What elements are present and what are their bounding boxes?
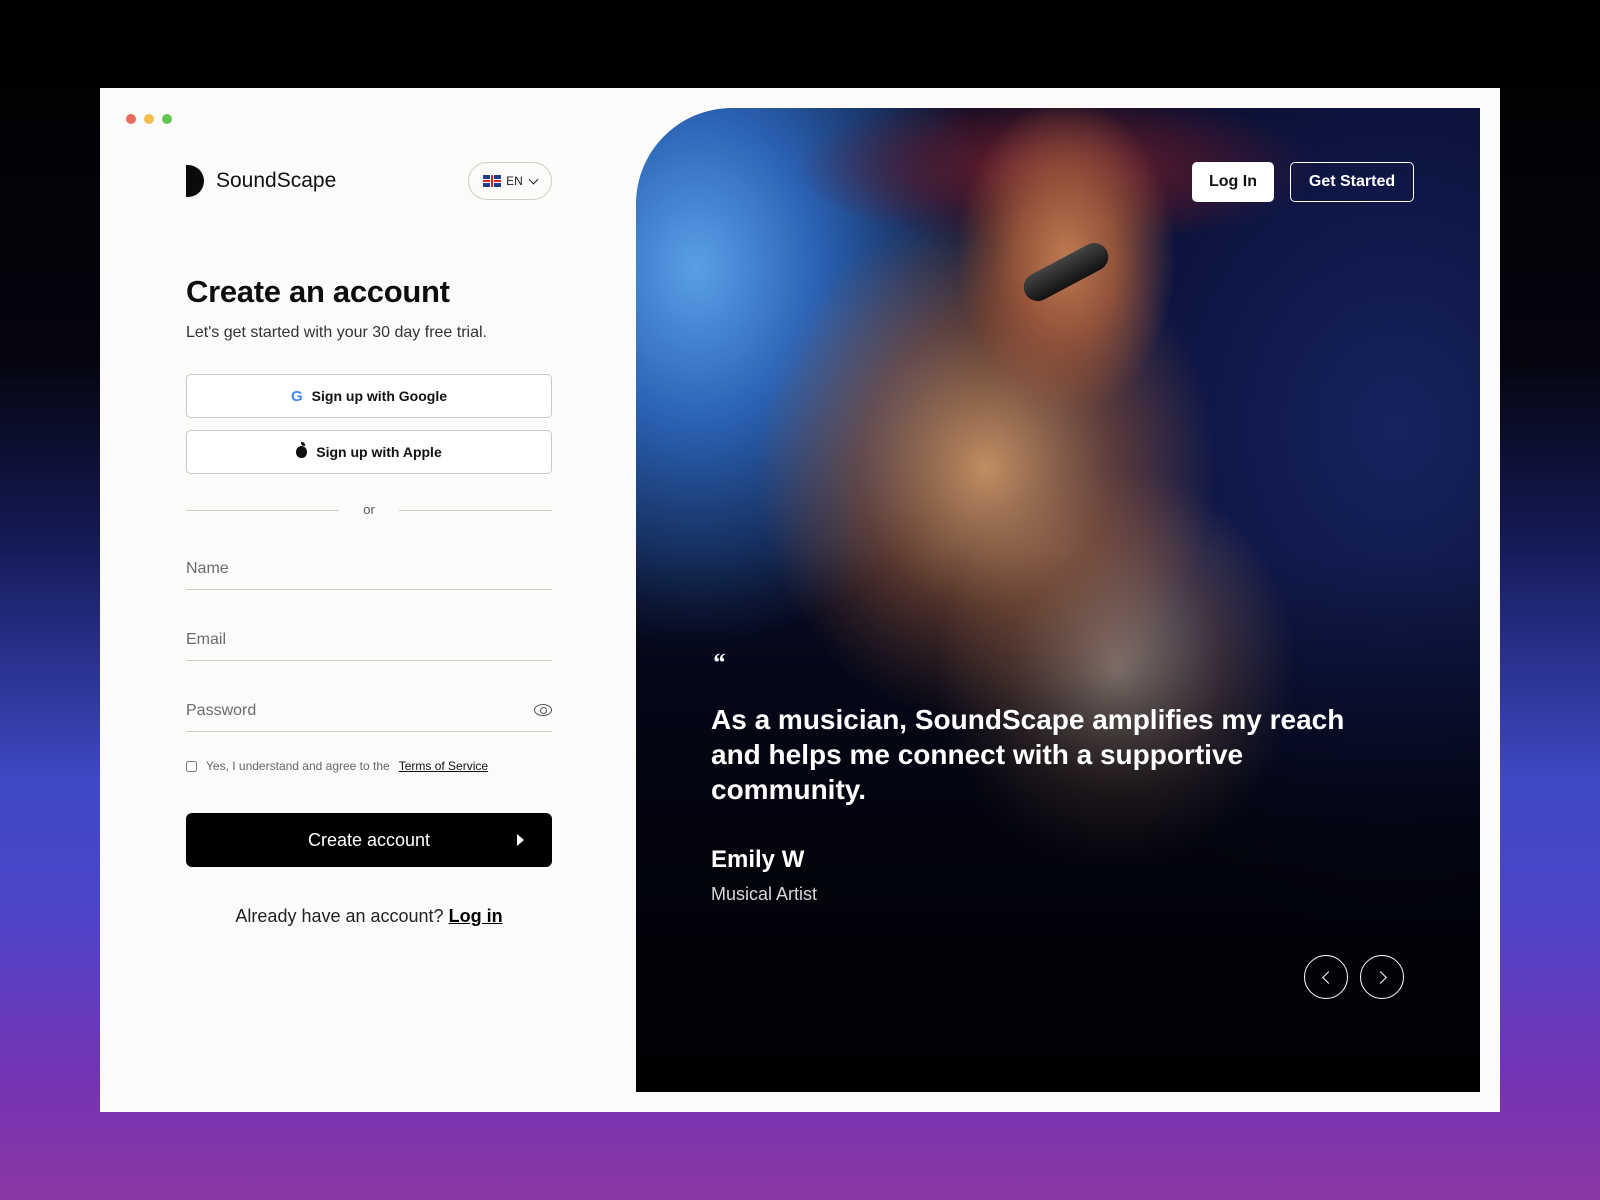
testimonial-quote: As a musician, SoundScape amplifies my r…	[711, 704, 1345, 805]
chevron-down-icon	[528, 174, 539, 184]
divider-line-right	[399, 510, 552, 511]
header-login-button[interactable]: Log In	[1192, 162, 1274, 202]
arrow-right-icon	[517, 834, 524, 846]
email-field-wrapper	[186, 621, 552, 661]
brand[interactable]: SoundScape	[186, 165, 336, 197]
hero-image-panel: Log In Get Started “ As a musician, Soun…	[636, 108, 1480, 1092]
maximize-window-button[interactable]	[162, 114, 172, 124]
quote-mark-icon: “	[712, 648, 725, 677]
terms-agreement: Yes, I understand and agree to the Terms…	[186, 759, 488, 773]
previous-testimonial-button[interactable]	[1304, 955, 1348, 999]
terms-of-service-link[interactable]: Terms of Service	[399, 759, 488, 773]
next-testimonial-button[interactable]	[1360, 955, 1404, 999]
google-signup-button[interactable]: G Sign up with Google	[186, 374, 552, 418]
or-divider: or	[186, 500, 552, 520]
login-prompt: Already have an account? Log in	[186, 906, 552, 927]
signup-panel: SoundScape EN Create an account Let's ge…	[186, 88, 552, 1112]
app-window: SoundScape EN Create an account Let's ge…	[100, 88, 1500, 1112]
terms-text: Yes, I understand and agree to the	[206, 759, 390, 773]
get-started-button[interactable]: Get Started	[1290, 162, 1414, 202]
create-account-label: Create account	[307, 829, 431, 850]
window-controls	[126, 114, 172, 124]
brand-name: SoundScape	[216, 169, 337, 192]
page-subtitle: Let's get started with your 30 day free …	[186, 324, 487, 341]
login-prompt-text: Already have an account?	[235, 906, 444, 926]
brand-logo-icon	[186, 165, 204, 197]
uk-flag-icon	[483, 175, 502, 187]
show-password-icon[interactable]	[534, 704, 552, 716]
password-field-wrapper	[186, 692, 552, 732]
language-code: EN	[506, 174, 523, 188]
page-title: Create an account	[186, 274, 450, 309]
login-link[interactable]: Log in	[449, 906, 503, 926]
name-field[interactable]	[186, 550, 552, 588]
language-selector[interactable]: EN	[468, 162, 552, 200]
email-field[interactable]	[186, 621, 552, 659]
password-field[interactable]	[186, 692, 552, 730]
minimize-window-button[interactable]	[144, 114, 154, 124]
apple-icon	[296, 442, 308, 458]
name-field-wrapper	[186, 550, 552, 590]
chevron-right-icon	[1373, 970, 1387, 984]
testimonial-author: Emily W	[711, 846, 805, 873]
chevron-left-icon	[1321, 970, 1335, 984]
apple-signup-label: Sign up with Apple	[316, 444, 442, 460]
close-window-button[interactable]	[126, 114, 136, 124]
microphone-illustration	[1018, 238, 1114, 306]
google-icon: G	[291, 387, 303, 405]
create-account-button[interactable]: Create account	[186, 813, 552, 867]
terms-checkbox[interactable]	[186, 760, 197, 772]
apple-signup-button[interactable]: Sign up with Apple	[186, 430, 552, 474]
testimonial-role: Musical Artist	[711, 884, 818, 904]
google-signup-label: Sign up with Google	[311, 388, 447, 404]
